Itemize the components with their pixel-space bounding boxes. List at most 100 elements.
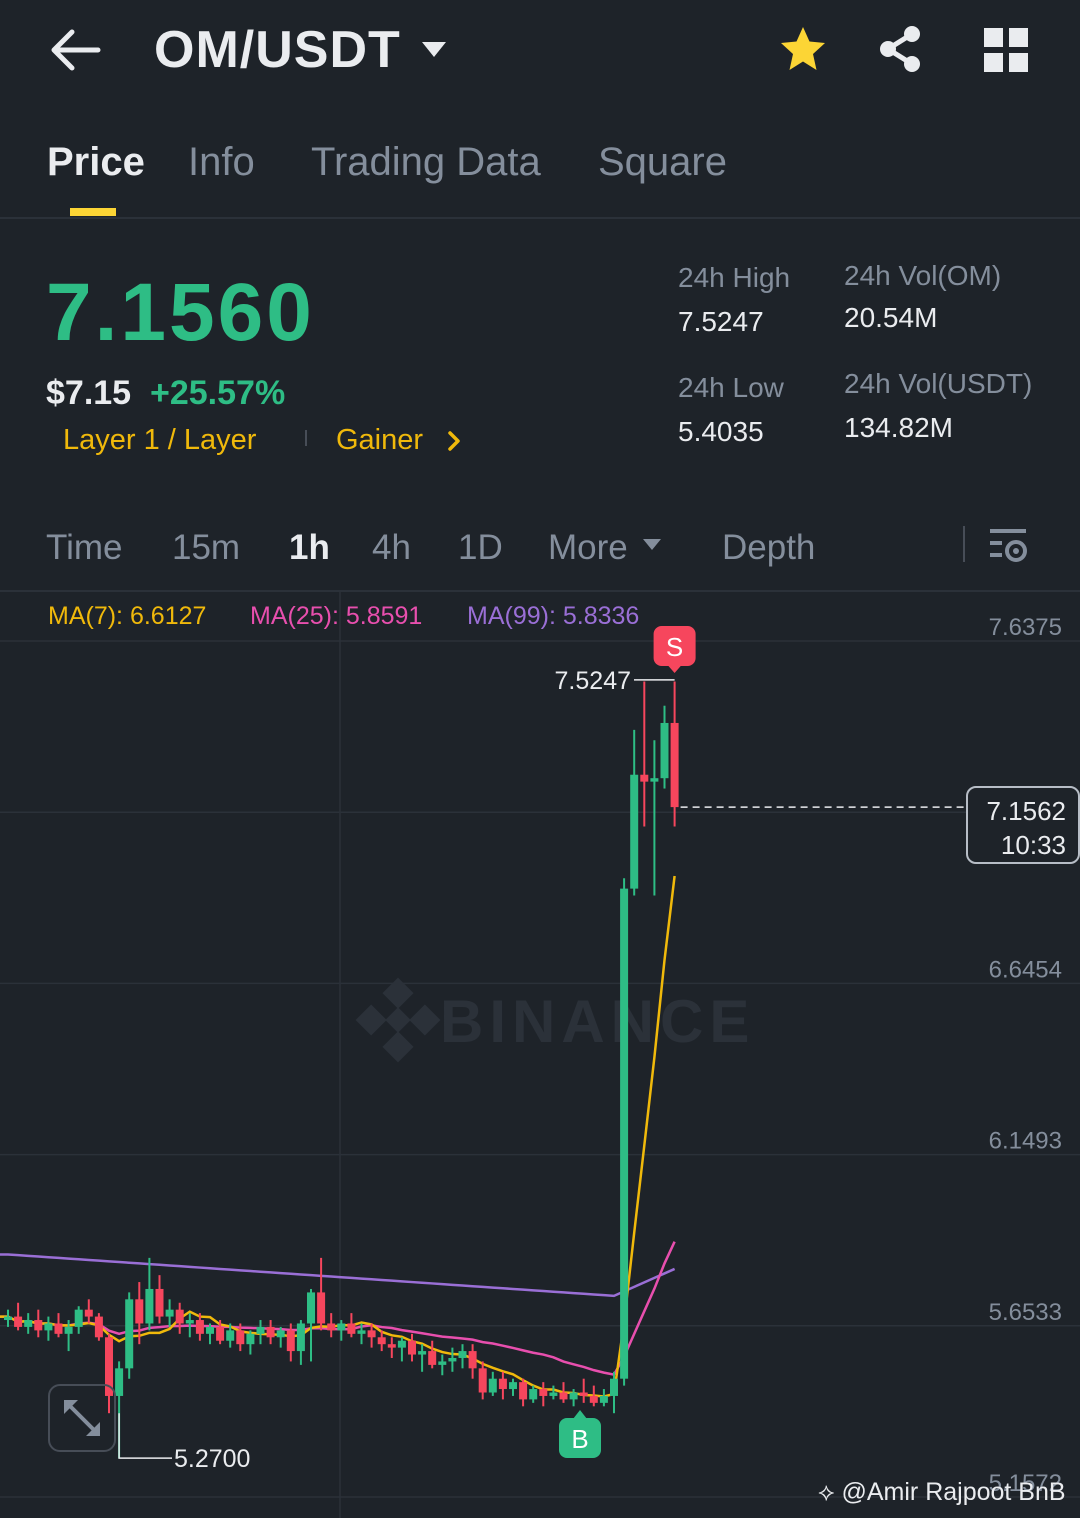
candle-body xyxy=(94,1316,103,1338)
candle-body xyxy=(620,888,629,1379)
high-value: 7.5247 xyxy=(678,306,764,337)
tab-price[interactable]: Price xyxy=(47,140,145,185)
high-marker-label: 7.5247 xyxy=(555,667,631,695)
y-axis-label: 7.6375 xyxy=(989,614,1062,641)
candle-body xyxy=(84,1309,93,1317)
candle-body xyxy=(660,722,669,779)
more-chevron-down-icon[interactable] xyxy=(642,538,662,552)
credit-text: @Amir Rajpoot BnB xyxy=(841,1478,1066,1506)
candle-body xyxy=(397,1340,406,1348)
gainer-tag[interactable]: Gainer xyxy=(336,424,423,457)
ma99-legend: MA(99): 5.8336 xyxy=(467,602,640,630)
candle-body xyxy=(337,1323,346,1331)
interval-1h[interactable]: 1h xyxy=(289,528,330,568)
vol-base-value: 20.54M xyxy=(844,302,938,333)
candle-body xyxy=(488,1378,497,1393)
candle-body xyxy=(206,1326,214,1334)
sector-tag[interactable]: Layer 1 / Layer xyxy=(63,424,256,457)
candle-body xyxy=(74,1309,83,1327)
candle-body xyxy=(650,778,659,782)
tabs-divider xyxy=(0,217,1080,219)
binance-watermark: BINANCE xyxy=(355,977,755,1063)
candle-body xyxy=(145,1288,154,1324)
candle-body xyxy=(377,1337,386,1345)
candle-body xyxy=(357,1330,366,1334)
low-value: 5.4035 xyxy=(678,416,764,447)
chevron-right-icon[interactable] xyxy=(446,430,462,452)
tab-trading-data[interactable]: Trading Data xyxy=(311,140,541,185)
candle-body xyxy=(529,1389,538,1400)
candle-body xyxy=(125,1299,134,1369)
chart-settings-icon[interactable] xyxy=(988,524,1030,566)
candle-body xyxy=(175,1309,184,1324)
share-icon[interactable] xyxy=(876,24,924,74)
candle-body xyxy=(468,1351,477,1369)
tab-info[interactable]: Info xyxy=(188,140,255,185)
chevron-down-icon[interactable] xyxy=(420,40,448,60)
star-icon[interactable] xyxy=(778,24,828,74)
fullscreen-expand-icon[interactable] xyxy=(48,1384,116,1452)
interval-4h[interactable]: 4h xyxy=(372,528,411,568)
candle-body xyxy=(266,1326,275,1338)
depth-tab[interactable]: Depth xyxy=(722,528,815,568)
tab-square[interactable]: Square xyxy=(598,140,727,185)
candle-body xyxy=(14,1316,23,1327)
pair-title[interactable]: OM/USDT xyxy=(154,20,401,80)
candle-body xyxy=(24,1320,33,1327)
candle-body xyxy=(64,1326,73,1334)
candle-body xyxy=(347,1323,356,1334)
last-price: 7.1560 xyxy=(46,267,315,358)
current-price-tag[interactable]: 7.1562 10:33 xyxy=(966,786,1080,864)
candle-body xyxy=(226,1330,235,1341)
candlestick-chart[interactable]: BINANCE 7.63756.64546.14935.65335.1572 7… xyxy=(0,590,1080,1518)
y-axis-label: 6.1493 xyxy=(989,1128,1062,1155)
candle-body xyxy=(185,1320,194,1324)
low-marker: 5.2700 xyxy=(118,1413,250,1473)
candle-body xyxy=(599,1395,608,1403)
sell-marker[interactable]: S xyxy=(653,626,696,673)
candle-body xyxy=(589,1395,598,1403)
candle-body xyxy=(307,1292,315,1324)
candle-body xyxy=(195,1320,204,1334)
candle-body xyxy=(327,1323,336,1331)
ma99-line xyxy=(0,1253,676,1298)
fiat-price: $7.15 xyxy=(46,374,132,412)
candle-body xyxy=(579,1392,588,1396)
candle-body xyxy=(418,1351,427,1355)
candle-body xyxy=(408,1340,416,1355)
buy-marker-label: B xyxy=(571,1424,588,1454)
watermark-text: BINANCE xyxy=(440,988,755,1055)
candle-body xyxy=(640,774,649,782)
candle-body xyxy=(165,1309,174,1317)
candle-body xyxy=(44,1323,53,1331)
vol-base-label: 24h Vol(OM) xyxy=(844,260,1002,291)
grid-icon[interactable] xyxy=(984,28,1028,72)
buy-marker[interactable]: B xyxy=(559,1410,601,1458)
candle-body xyxy=(438,1361,447,1365)
vol-quote-label: 24h Vol(USDT) xyxy=(844,368,1033,399)
candle-body xyxy=(559,1392,568,1400)
active-tab-indicator xyxy=(70,208,116,216)
candle-body xyxy=(448,1357,457,1362)
author-credit: ⟡ @Amir Rajpoot BnB xyxy=(818,1478,1066,1507)
binance-logo-icon: ⟡ xyxy=(818,1478,835,1506)
interval-1d[interactable]: 1D xyxy=(458,528,503,568)
candle-body xyxy=(458,1351,467,1358)
back-arrow-icon[interactable] xyxy=(48,26,104,74)
candle-body xyxy=(296,1323,305,1352)
candle-body xyxy=(367,1330,376,1338)
candle-body xyxy=(256,1326,265,1334)
tag-divider xyxy=(305,430,307,446)
candle-body xyxy=(509,1382,517,1390)
candle-body xyxy=(216,1326,225,1341)
high-label: 24h High xyxy=(678,262,791,293)
low-marker-label: 5.2700 xyxy=(174,1445,250,1473)
candle-body xyxy=(246,1333,255,1345)
interval-more[interactable]: More xyxy=(548,528,628,568)
high-marker: 7.5247 xyxy=(555,667,675,695)
candle-body xyxy=(135,1299,144,1324)
candle-body xyxy=(478,1368,487,1393)
interval-time[interactable]: Time xyxy=(46,528,122,568)
interval-15m[interactable]: 15m xyxy=(172,528,240,568)
candle-body xyxy=(276,1330,285,1338)
